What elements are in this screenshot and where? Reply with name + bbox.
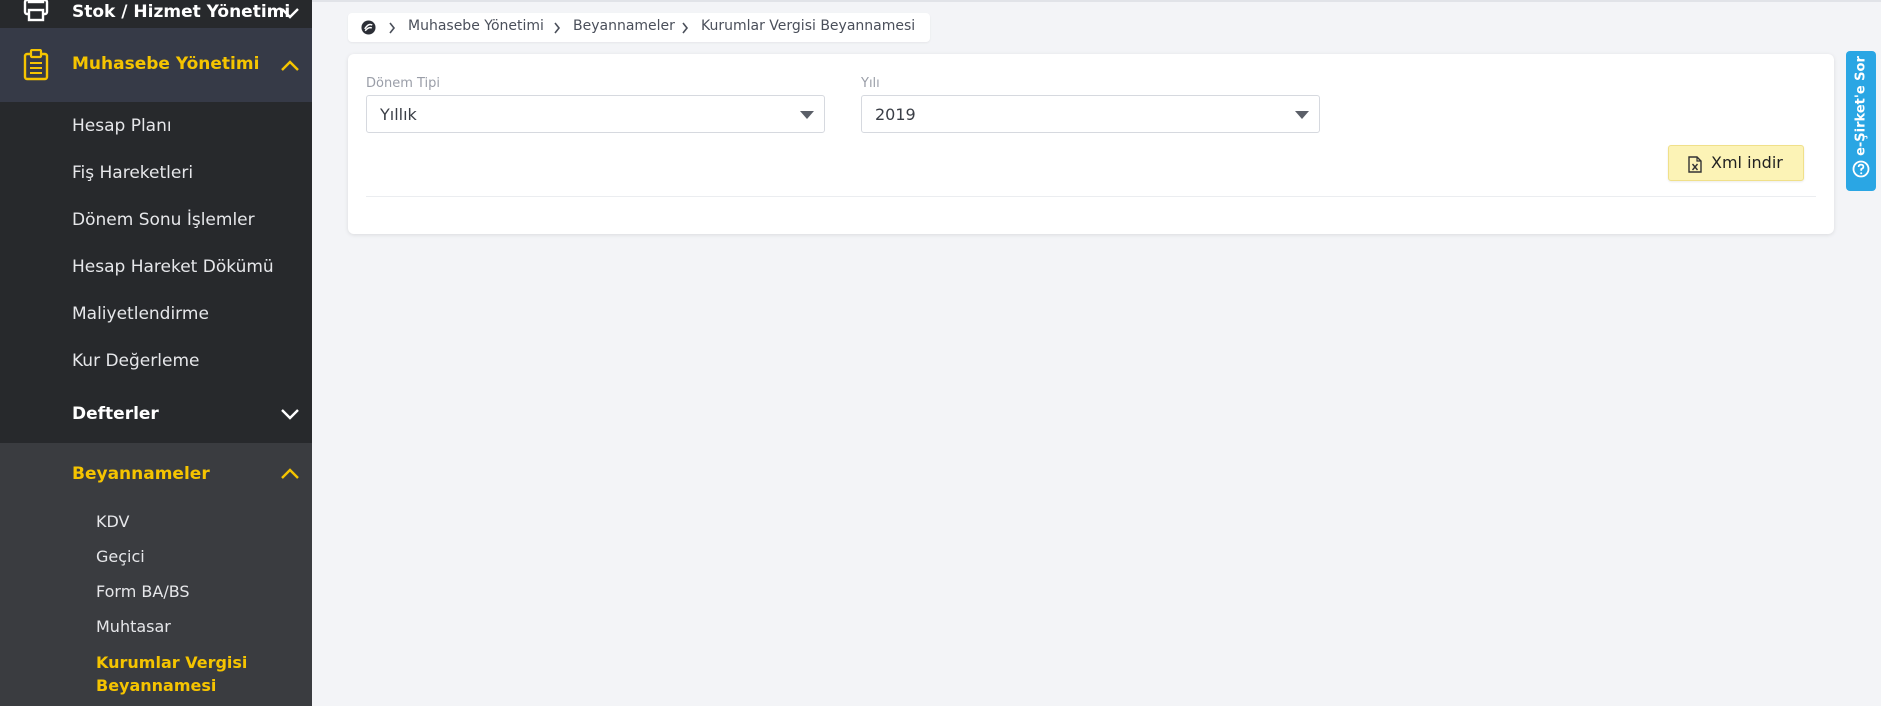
chevron-right-icon bbox=[682, 22, 689, 34]
sidebar-item-label: Stok / Hizmet Yönetimi bbox=[72, 2, 291, 22]
caret-down-icon bbox=[1295, 111, 1309, 119]
excel-file-icon bbox=[1688, 156, 1702, 173]
sidebar-subitem-kurumlar-vergisi[interactable]: Kurumlar Vergisi Beyannamesi bbox=[96, 651, 286, 697]
sidebar-item-hesap-plani[interactable]: Hesap Planı bbox=[72, 116, 172, 136]
yili-label: Yılı bbox=[861, 76, 880, 91]
sidebar-item-beyannameler[interactable]: Beyannameler bbox=[72, 464, 210, 484]
breadcrumb: Muhasebe Yönetimi Beyannameler Kurumlar … bbox=[348, 13, 930, 42]
sidebar-subitem-gecici[interactable]: Geçici bbox=[96, 547, 145, 566]
select-value: Yıllık bbox=[380, 105, 417, 124]
sidebar-item-label: Muhasebe Yönetimi bbox=[72, 54, 260, 74]
xml-download-button[interactable]: Xml indir bbox=[1668, 145, 1804, 181]
xml-download-label: Xml indir bbox=[1711, 153, 1783, 172]
filter-card: Dönem Tipi Yıllık Yılı 2019 Xml indir bbox=[348, 54, 1834, 234]
chevron-down-icon[interactable] bbox=[280, 407, 300, 421]
select-value: 2019 bbox=[875, 105, 916, 124]
chevron-right-icon bbox=[389, 22, 396, 34]
printer-icon bbox=[23, 0, 49, 22]
sidebar: Stok / Hizmet Yönetimi Muhasebe Yönetimi… bbox=[0, 0, 312, 706]
home-logo-icon[interactable] bbox=[361, 20, 376, 35]
sidebar-item-defterler[interactable]: Defterler bbox=[72, 404, 159, 424]
breadcrumb-item-beyannameler[interactable]: Beyannameler bbox=[573, 18, 675, 34]
clipboard-icon bbox=[23, 49, 49, 81]
chevron-right-icon bbox=[554, 22, 561, 34]
sidebar-subitem-form-ba-bs[interactable]: Form BA/BS bbox=[96, 582, 190, 601]
chevron-up-icon[interactable] bbox=[280, 59, 300, 73]
breadcrumb-item-current: Kurumlar Vergisi Beyannamesi bbox=[701, 18, 916, 34]
sidebar-subitem-muhtasar[interactable]: Muhtasar bbox=[96, 617, 171, 636]
e-sirkete-sor-tab[interactable]: e-Şirket'e Sor bbox=[1846, 51, 1876, 191]
sidebar-item-stok-hizmet[interactable]: Stok / Hizmet Yönetimi bbox=[0, 0, 312, 28]
sidebar-item-fis-hareketleri[interactable]: Fiş Hareketleri bbox=[72, 163, 193, 183]
sidebar-item-maliyetlendirme[interactable]: Maliyetlendirme bbox=[72, 304, 209, 324]
side-tab-label: e-Şirket'e Sor bbox=[1853, 56, 1869, 156]
top-divider bbox=[312, 0, 1881, 2]
breadcrumb-item-muhasebe[interactable]: Muhasebe Yönetimi bbox=[408, 18, 544, 34]
sidebar-item-kur-degerleme[interactable]: Kur Değerleme bbox=[72, 351, 199, 371]
chevron-down-icon[interactable] bbox=[280, 6, 300, 20]
sidebar-subitem-kdv[interactable]: KDV bbox=[96, 512, 129, 531]
yili-select[interactable]: 2019 bbox=[861, 95, 1320, 133]
caret-down-icon bbox=[800, 111, 814, 119]
sidebar-item-muhasebe[interactable]: Muhasebe Yönetimi bbox=[0, 28, 312, 102]
donem-tipi-select[interactable]: Yıllık bbox=[366, 95, 825, 133]
sidebar-item-donem-sonu-islemler[interactable]: Dönem Sonu İşlemler bbox=[72, 210, 255, 230]
card-divider bbox=[366, 196, 1816, 197]
chevron-up-icon[interactable] bbox=[280, 467, 300, 481]
help-circle-icon bbox=[1852, 160, 1870, 178]
sidebar-item-hesap-hareket-dokumu[interactable]: Hesap Hareket Dökümü bbox=[72, 257, 274, 277]
donem-tipi-label: Dönem Tipi bbox=[366, 76, 441, 91]
